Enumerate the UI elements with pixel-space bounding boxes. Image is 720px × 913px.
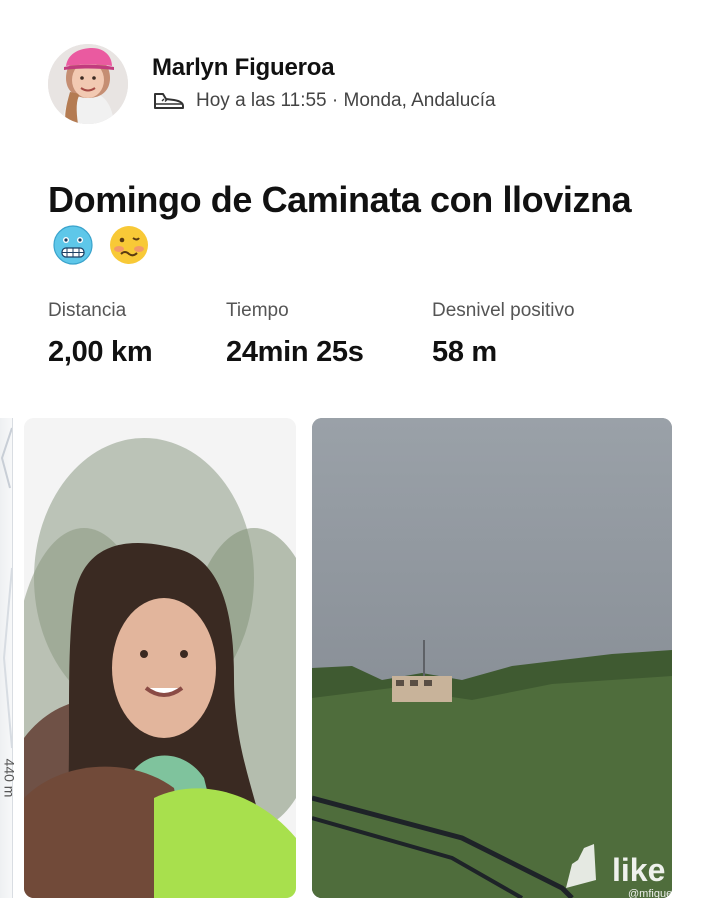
woozy-face-emoji-icon bbox=[108, 224, 150, 278]
stat-value: 58 m bbox=[432, 336, 497, 368]
activity-title-text: Domingo de Caminata con llovizna bbox=[48, 179, 632, 220]
stat-distance: Distancia 2,00 km bbox=[48, 300, 153, 369]
like-logo-icon bbox=[566, 844, 596, 888]
landscape-photo[interactable] bbox=[312, 418, 672, 898]
athlete-name[interactable]: Marlyn Figueroa bbox=[152, 54, 335, 82]
map-scale-label: 440 m bbox=[1, 758, 18, 798]
shoe-icon bbox=[152, 90, 186, 112]
activity-title[interactable]: Domingo de Caminata con llovizna bbox=[48, 176, 668, 278]
stat-label: Desnivel positivo bbox=[432, 300, 575, 321]
stat-label: Distancia bbox=[48, 300, 127, 321]
stat-value: 2,00 km bbox=[48, 336, 153, 368]
stat-label: Tiempo bbox=[226, 300, 289, 321]
watermark: like @mfigue bbox=[562, 842, 682, 902]
map-edge[interactable] bbox=[0, 418, 13, 898]
activity-header: Marlyn Figueroa Hoy a las 11:55 · Monda,… bbox=[48, 44, 688, 126]
stat-elevation: Desnivel positivo 58 m bbox=[432, 300, 575, 369]
athlete-avatar[interactable] bbox=[48, 44, 128, 124]
watermark-handle: @mfigue bbox=[628, 888, 673, 900]
selfie-photo[interactable] bbox=[24, 418, 296, 898]
avatar-image bbox=[48, 44, 128, 124]
stat-time: Tiempo 24min 25s bbox=[226, 300, 364, 369]
selfie-image bbox=[24, 418, 296, 898]
stat-value: 24min 25s bbox=[226, 336, 364, 368]
activity-meta: Hoy a las 11:55 · Monda, Andalucía bbox=[152, 90, 496, 112]
watermark-text: like bbox=[612, 852, 666, 888]
activity-time-location: Hoy a las 11:55 · Monda, Andalucía bbox=[196, 90, 496, 111]
activity-stats: Distancia 2,00 km Tiempo 24min 25s Desni… bbox=[48, 300, 688, 380]
landscape-image bbox=[312, 418, 672, 898]
freezing-face-emoji-icon bbox=[52, 224, 94, 278]
